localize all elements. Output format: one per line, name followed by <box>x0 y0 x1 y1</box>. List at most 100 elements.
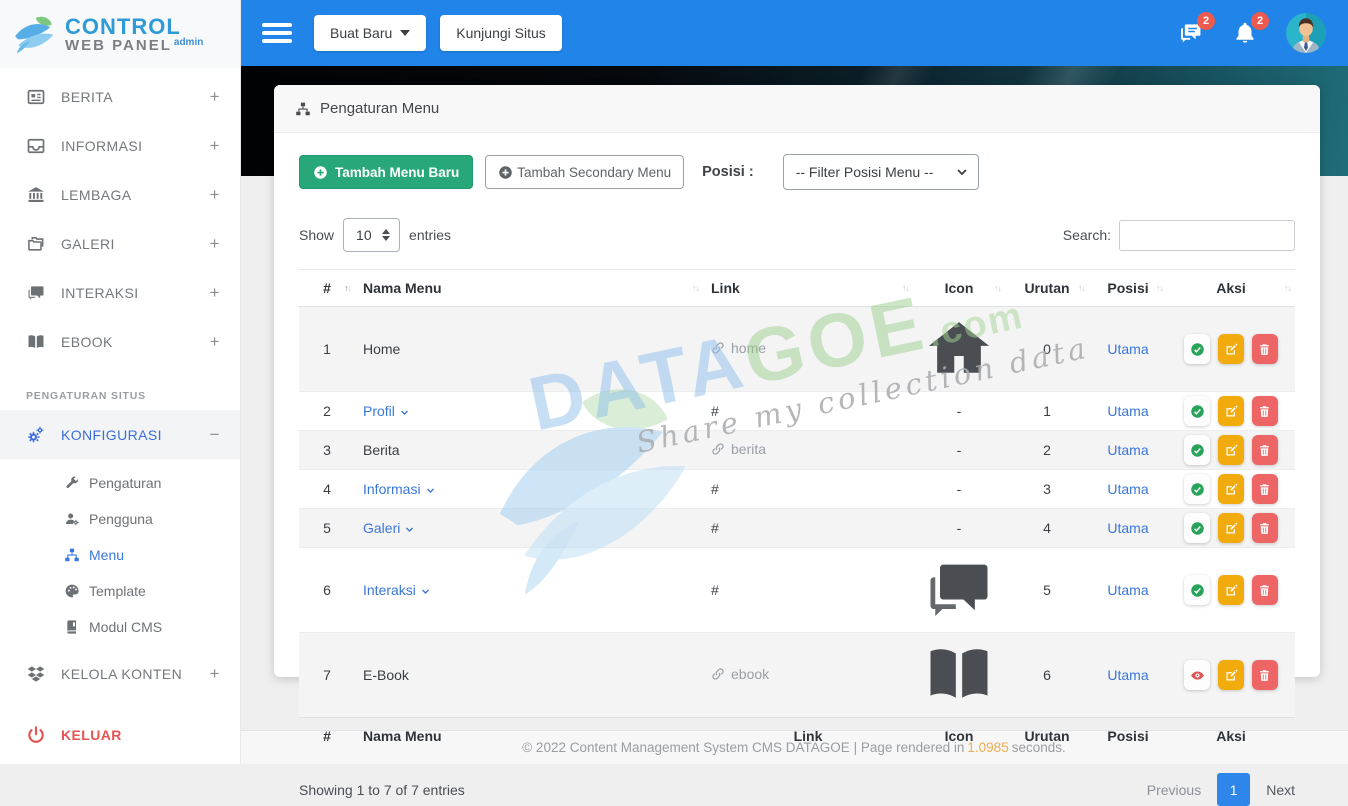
table-row: 4 Informasi # - 3 Utama <box>299 470 1295 509</box>
module-book-icon <box>64 619 80 635</box>
sidebar-subitem-pengguna[interactable]: Pengguna <box>0 501 240 537</box>
logo-badge: admin <box>174 37 203 48</box>
chevron-down-icon <box>956 166 968 178</box>
delete-button[interactable] <box>1252 396 1278 426</box>
menu-link: # <box>711 403 719 419</box>
table-row: 5 Galeri # - 4 Utama <box>299 509 1295 548</box>
edit-button[interactable] <box>1218 575 1244 605</box>
sitemap-icon <box>295 101 311 117</box>
menu-settings-card: Pengaturan Menu Tambah Menu Baru Tambah … <box>274 85 1320 677</box>
datatable-controls: Show 10 entries Search: <box>299 218 1295 252</box>
sidebar-item-galeri[interactable]: GALERI + <box>0 219 240 268</box>
menu-link: berita <box>731 441 766 457</box>
newspaper-icon <box>26 87 46 107</box>
status-hidden-button[interactable] <box>1184 660 1210 690</box>
menu-name-link[interactable]: Profil <box>363 403 409 419</box>
position-link[interactable]: Utama <box>1107 582 1148 598</box>
sidebar-item-lembaga[interactable]: LEMBAGA + <box>0 170 240 219</box>
sidebar-item-label: KELUAR <box>61 727 122 743</box>
column-header-posisi[interactable]: Posisi↑↓ <box>1089 270 1167 307</box>
pagination-next[interactable]: Next <box>1266 782 1295 798</box>
position-filter-value: -- Filter Posisi Menu -- <box>796 164 934 180</box>
menu-name-link[interactable]: Informasi <box>363 481 435 497</box>
position-link[interactable]: Utama <box>1107 403 1148 419</box>
sidebar-item-informasi[interactable]: INFORMASI + <box>0 121 240 170</box>
expand-plus-icon[interactable]: + <box>210 234 220 254</box>
add-secondary-menu-button[interactable]: Tambah Secondary Menu <box>485 155 684 189</box>
create-new-button[interactable]: Buat Baru <box>314 15 426 51</box>
sidebar-subitem-template[interactable]: Template <box>0 573 240 609</box>
messages-badge: 2 <box>1197 12 1215 30</box>
delete-button[interactable] <box>1252 513 1278 543</box>
sidebar-item-keluar[interactable]: KELUAR <box>0 710 240 759</box>
position-link[interactable]: Utama <box>1107 667 1148 683</box>
sidebar-item-ebook[interactable]: EBOOK + <box>0 317 240 366</box>
page-length-select[interactable]: 10 <box>343 218 400 252</box>
menu-name-link[interactable]: Galeri <box>363 520 414 536</box>
delete-button[interactable] <box>1252 660 1278 690</box>
delete-button[interactable] <box>1252 435 1278 465</box>
position-filter-select[interactable]: -- Filter Posisi Menu -- <box>783 154 979 190</box>
edit-button[interactable] <box>1218 660 1244 690</box>
position-link[interactable]: Utama <box>1107 481 1148 497</box>
expand-plus-icon[interactable]: + <box>210 283 220 303</box>
messages-button[interactable]: 2 <box>1178 20 1204 46</box>
status-enabled-button[interactable] <box>1184 396 1210 426</box>
position-link[interactable]: Utama <box>1107 520 1148 536</box>
column-header-icon[interactable]: Icon↑↓ <box>913 270 1005 307</box>
menu-order: 0 <box>1005 307 1089 392</box>
edit-button[interactable] <box>1218 396 1244 426</box>
sidebar-item-interaksi[interactable]: INTERAKSI + <box>0 268 240 317</box>
expand-plus-icon[interactable]: + <box>210 136 220 156</box>
position-link[interactable]: Utama <box>1107 341 1148 357</box>
status-enabled-button[interactable] <box>1184 575 1210 605</box>
avatar[interactable] <box>1286 13 1326 53</box>
position-link[interactable]: Utama <box>1107 442 1148 458</box>
wrench-icon <box>64 475 80 491</box>
status-enabled-button[interactable] <box>1184 334 1210 364</box>
column-header-aksi[interactable]: Aksi↑↓ <box>1167 270 1295 307</box>
plus-circle-icon <box>498 165 513 180</box>
column-header-link[interactable]: Link↑↓ <box>703 270 913 307</box>
sidebar-item-kelola-konten[interactable]: KELOLA KONTEN + <box>0 649 240 698</box>
sort-icon: ↑↓ <box>902 283 909 293</box>
edit-button[interactable] <box>1218 474 1244 504</box>
expand-plus-icon[interactable]: + <box>210 664 220 684</box>
sort-icon: ↑↓ <box>692 283 699 293</box>
link-chain-icon <box>711 442 725 456</box>
pagination-previous[interactable]: Previous <box>1147 782 1201 798</box>
pagination-page-1[interactable]: 1 <box>1217 773 1250 806</box>
sidebar-item-berita[interactable]: BERITA + <box>0 72 240 121</box>
row-number: 7 <box>299 633 355 718</box>
visit-site-button[interactable]: Kunjungi Situs <box>440 15 562 51</box>
hamburger-icon[interactable] <box>262 19 292 48</box>
collapse-minus-icon[interactable]: − <box>210 425 220 445</box>
menu-name-link[interactable]: Interaksi <box>363 582 430 598</box>
sidebar-subitem-pengaturan[interactable]: Pengaturan <box>0 465 240 501</box>
delete-button[interactable] <box>1252 474 1278 504</box>
add-menu-button[interactable]: Tambah Menu Baru <box>299 155 473 189</box>
expand-plus-icon[interactable]: + <box>210 185 220 205</box>
status-enabled-button[interactable] <box>1184 474 1210 504</box>
expand-plus-icon[interactable]: + <box>210 87 220 107</box>
sidebar-subitem-menu[interactable]: Menu <box>0 537 240 573</box>
status-enabled-button[interactable] <box>1184 513 1210 543</box>
menu-name: Berita <box>363 442 400 458</box>
sidebar-subitem-label: Modul CMS <box>89 619 162 635</box>
delete-button[interactable] <box>1252 334 1278 364</box>
column-header-nama-menu[interactable]: Nama Menu↑↓ <box>355 270 703 307</box>
search-input[interactable] <box>1119 220 1295 251</box>
delete-button[interactable] <box>1252 575 1278 605</box>
sort-icon: ↑↓ <box>994 283 1001 293</box>
sidebar-item-konfigurasi[interactable]: KONFIGURASI − <box>0 410 240 459</box>
bank-icon <box>26 185 46 205</box>
expand-plus-icon[interactable]: + <box>210 332 220 352</box>
sidebar-subitem-modul-cms[interactable]: Modul CMS <box>0 609 240 645</box>
notifications-button[interactable]: 2 <box>1232 20 1258 46</box>
edit-button[interactable] <box>1218 435 1244 465</box>
status-enabled-button[interactable] <box>1184 435 1210 465</box>
column-header-urutan[interactable]: Urutan↑↓ <box>1005 270 1089 307</box>
edit-button[interactable] <box>1218 513 1244 543</box>
column-header-num[interactable]: #↑↓ <box>299 270 355 307</box>
edit-button[interactable] <box>1218 334 1244 364</box>
